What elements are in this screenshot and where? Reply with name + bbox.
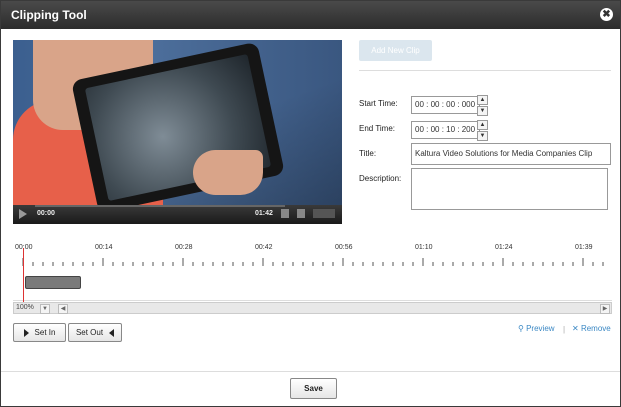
kaltura-logo-icon [313, 209, 335, 218]
tick-label: 01:39 [575, 244, 593, 251]
timeline-tick-labels: 00:00 00:14 00:28 00:42 00:56 01:10 01:2… [13, 244, 612, 256]
chevron-up-icon[interactable]: ▲ [477, 120, 488, 130]
scroll-right-icon[interactable]: ▶ [600, 304, 610, 314]
tick-label: 01:24 [495, 244, 513, 251]
zoom-dropdown-icon[interactable]: ▼ [40, 304, 50, 314]
clip-track[interactable] [13, 266, 612, 301]
scroll-left-icon[interactable]: ◀ [58, 304, 68, 314]
tick-label: 00:14 [95, 244, 113, 251]
save-button[interactable]: Save [290, 378, 337, 399]
timeline[interactable]: 00:00 00:14 00:28 00:42 00:56 01:10 01:2… [13, 239, 612, 315]
preview-label: Preview [526, 324, 555, 333]
clipping-tool-dialog: Clipping Tool ✖ 00:00 01:42 Add New Clip… [0, 0, 621, 407]
chevron-up-icon[interactable]: ▲ [477, 95, 488, 105]
description-label: Description: [359, 174, 402, 183]
tick-label: 00:28 [175, 244, 193, 251]
chevron-down-icon[interactable]: ▼ [477, 131, 488, 141]
start-time-label: Start Time: [359, 99, 398, 108]
video-player[interactable]: 00:00 01:42 [13, 40, 342, 224]
clip-segment[interactable] [25, 276, 81, 289]
set-in-label: Set In [34, 328, 56, 337]
set-out-label: Set Out [75, 328, 104, 337]
play-icon[interactable] [19, 209, 27, 219]
end-time-label: End Time: [359, 124, 396, 133]
start-time-stepper: ▲ ▼ [477, 95, 488, 116]
current-time: 00:00 [37, 210, 55, 217]
title-bar: Clipping Tool ✖ [1, 1, 620, 29]
remove-label: Remove [580, 324, 611, 333]
divider [359, 70, 611, 71]
add-new-clip-button[interactable]: Add New Clip [359, 40, 432, 61]
scrub-bar[interactable] [35, 205, 285, 207]
player-controls: 00:00 01:42 [13, 205, 342, 224]
title-label: Title: [359, 149, 377, 158]
chevron-down-icon[interactable]: ▼ [477, 106, 488, 116]
dialog-title: Clipping Tool [11, 8, 87, 22]
title-input[interactable]: Kaltura Video Solutions for Media Compan… [411, 143, 611, 165]
volume-icon[interactable] [281, 209, 289, 218]
start-time-input[interactable]: 00 : 00 : 00 : 000 [411, 96, 480, 114]
fullscreen-icon[interactable] [297, 209, 305, 218]
playhead[interactable] [23, 248, 24, 310]
video-frame [13, 40, 342, 214]
tick-label: 00:56 [335, 244, 353, 251]
tick-label: 00:42 [255, 244, 273, 251]
zoom-select[interactable]: 100% [16, 304, 34, 311]
duration: 01:42 [255, 210, 273, 217]
remove-link[interactable]: ✕ Remove [572, 324, 611, 333]
end-time-stepper: ▲ ▼ [477, 120, 488, 141]
link-separator: | [563, 325, 566, 334]
end-time-input[interactable]: 00 : 00 : 10 : 200 [411, 121, 480, 139]
set-in-button[interactable]: Set In [13, 323, 66, 342]
close-icon: ✕ [572, 324, 579, 333]
close-icon[interactable]: ✖ [600, 8, 613, 21]
footer-divider [1, 371, 620, 372]
arrow-left-icon [109, 328, 115, 337]
tick-label: 01:10 [415, 244, 433, 251]
timeline-scrollbar[interactable]: 100% ▼ ◀ ▶ [13, 302, 612, 314]
set-out-button[interactable]: Set Out [68, 323, 122, 342]
arrow-right-icon [23, 328, 29, 337]
description-textarea[interactable] [411, 168, 608, 210]
preview-link[interactable]: ⚲ Preview [518, 324, 555, 333]
search-icon: ⚲ [518, 324, 524, 333]
